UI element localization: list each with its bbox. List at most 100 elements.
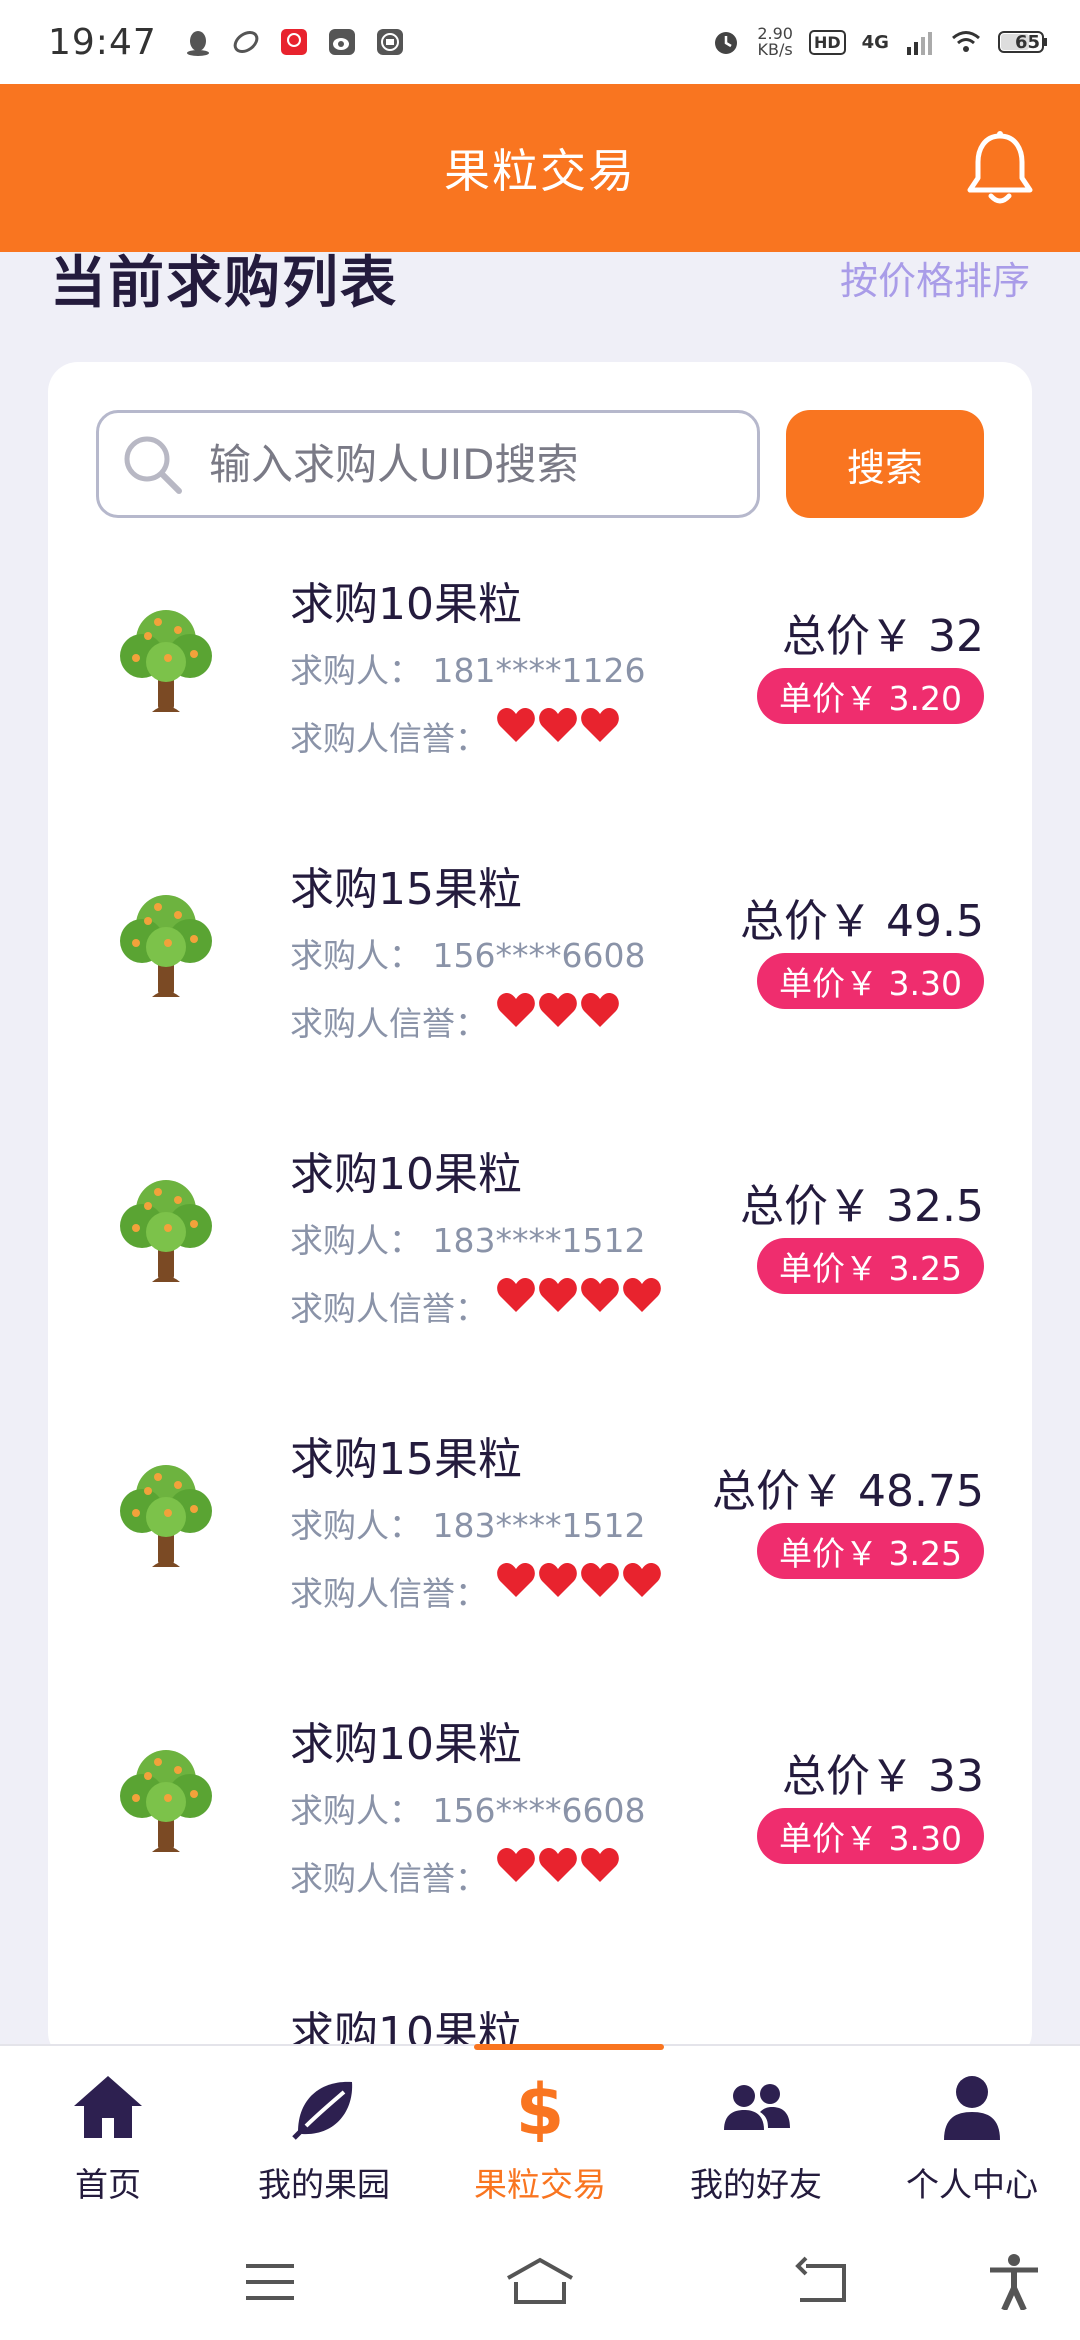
home-button-icon[interactable] (504, 2254, 576, 2310)
system-indicators: 2.90 KB/s HD 4G 65 (711, 26, 1047, 58)
heart-icon (581, 993, 619, 1027)
network-type: 4G (861, 31, 889, 53)
bell-icon[interactable] (964, 128, 1036, 208)
unit-price-badge: 单价￥ 3.20 (757, 668, 984, 724)
tree-icon (120, 1465, 212, 1567)
reputation-hearts (496, 991, 620, 1029)
reputation-hearts (496, 1276, 662, 1314)
nav-label: 果粒交易 (474, 2165, 606, 2204)
nav-label: 个人中心 (906, 2165, 1038, 2204)
order-list: 求购10果粒 求购人： 181****1126 求购人信誉： 总价￥ 32 单价… (48, 552, 1032, 2062)
heart-icon (539, 1278, 577, 1312)
order-title: 求购10果粒 (290, 1149, 522, 1200)
unit-price-badge: 单价￥ 3.30 (757, 1808, 984, 1864)
buyer-id: 求购人： 156****6608 (290, 936, 646, 975)
news-app-icon (376, 29, 403, 55)
order-item[interactable]: 求购10果粒 求购人： 156****6608 求购人信誉： 总价￥ 33 单价… (48, 1692, 1032, 1977)
nav-friends[interactable]: 我的好友 (648, 2046, 864, 2224)
order-title: 求购10果粒 (290, 1719, 522, 1770)
dollar-icon: $ (516, 2072, 565, 2142)
heart-icon (539, 708, 577, 742)
heart-icon (581, 1848, 619, 1882)
total-price: 总价￥ 33 (782, 1751, 984, 1802)
wifi-icon (951, 31, 980, 52)
accessibility-icon[interactable] (984, 2254, 1044, 2310)
orders-card: 搜索 求购10果粒 求购人： 181****1126 求购人信誉： (48, 362, 1032, 2062)
reputation-label: 求购人信誉： (290, 1004, 488, 1043)
order-title: 求购15果粒 (290, 1434, 522, 1485)
reputation-label: 求购人信誉： (290, 719, 488, 758)
heart-icon (581, 1563, 619, 1597)
reputation-label: 求购人信誉： (290, 1289, 488, 1328)
person-icon (944, 2076, 1000, 2140)
search-icon (124, 436, 182, 494)
tree-icon (120, 1180, 212, 1282)
search-button[interactable]: 搜索 (786, 410, 984, 518)
signal-icon (906, 32, 932, 55)
leaf-icon (292, 2081, 353, 2140)
bottom-nav: 首页 我的果园 $ 果粒交易 我的好友 个人中心 (0, 2044, 1080, 2224)
order-item[interactable]: 求购15果粒 求购人： 183****1512 求购人信誉： 总价￥ 48.75… (48, 1407, 1032, 1692)
reputation-hearts (496, 1561, 662, 1599)
total-price: 总价￥ 48.75 (712, 1466, 984, 1517)
page-title: 果粒交易 (444, 144, 636, 198)
heart-icon (581, 708, 619, 742)
menu-icon[interactable] (240, 2254, 300, 2310)
heart-icon (623, 1563, 661, 1597)
heart-icon (497, 708, 535, 742)
reputation-hearts (496, 706, 620, 744)
nav-profile[interactable]: 个人中心 (864, 2046, 1080, 2224)
nav-orchard[interactable]: 我的果园 (216, 2046, 432, 2224)
order-item[interactable]: 求购15果粒 求购人： 156****6608 求购人信誉： 总价￥ 49.5 … (48, 837, 1032, 1122)
app-screen: 19:47 2.90 KB/s HD 4G 65 果粒交易 当前求购列表 按价格… (0, 0, 1080, 2340)
total-price: 总价￥ 32 (782, 611, 984, 662)
heart-icon (539, 1563, 577, 1597)
unit-price-badge: 单价￥ 3.25 (757, 1238, 984, 1294)
tree-icon (120, 895, 212, 997)
heart-icon (539, 993, 577, 1027)
status-bar: 19:47 2.90 KB/s HD 4G 65 (0, 0, 1080, 84)
nav-label: 我的果园 (258, 2165, 390, 2204)
heart-icon (497, 1848, 535, 1882)
heart-icon (497, 1563, 535, 1597)
battery-indicator: 65 (997, 26, 1047, 58)
order-item[interactable]: 求购10果粒 求购人： 183****1512 求购人信誉： 总价￥ 32.5 … (48, 1122, 1032, 1407)
heart-icon (623, 1278, 661, 1312)
network-speed-unit: KB/s (757, 40, 793, 59)
buyer-id: 求购人： 156****6608 (290, 1791, 646, 1830)
back-icon[interactable] (792, 2254, 852, 2310)
leaf-app-icon (233, 30, 259, 54)
system-nav-bar (0, 2224, 1080, 2340)
buyer-id: 求购人： 183****1512 (290, 1221, 646, 1260)
battery-level: 65 (1014, 31, 1040, 53)
svg-text:$: $ (516, 2072, 565, 2142)
shopping-app-icon (280, 29, 307, 55)
reputation-label: 求购人信誉： (290, 1859, 488, 1898)
nav-trade[interactable]: $ 果粒交易 (432, 2044, 664, 2224)
friends-icon (724, 2084, 790, 2130)
heart-icon (497, 993, 535, 1027)
hd-badge: HD (808, 29, 846, 55)
active-tab-indicator (474, 2044, 664, 2050)
home-icon (74, 2076, 142, 2138)
heart-icon (497, 1278, 535, 1312)
reputation-hearts (496, 1846, 620, 1884)
nav-label: 我的好友 (690, 2165, 822, 2204)
sort-by-price-link[interactable]: 按价格排序 (840, 250, 1030, 305)
order-item[interactable]: 求购10果粒 求购人： 181****1126 求购人信誉： 总价￥ 32 单价… (48, 552, 1032, 837)
reputation-label: 求购人信誉： (290, 1574, 488, 1613)
search-input[interactable] (209, 439, 689, 489)
qq-icon (186, 31, 209, 56)
network-speed: 2.90 KB/s (757, 26, 793, 58)
nav-home[interactable]: 首页 (0, 2046, 216, 2224)
tree-icon (120, 1750, 212, 1852)
unit-price-badge: 单价￥ 3.30 (757, 953, 984, 1009)
status-time: 19:47 (48, 21, 157, 63)
search-field[interactable] (96, 410, 760, 518)
heart-icon (539, 1848, 577, 1882)
app-header: 果粒交易 (0, 84, 1080, 252)
total-price: 总价￥ 49.5 (740, 896, 984, 947)
order-title: 求购15果粒 (290, 864, 522, 915)
nav-label: 首页 (75, 2165, 141, 2204)
buyer-id: 求购人： 181****1126 (290, 651, 646, 690)
